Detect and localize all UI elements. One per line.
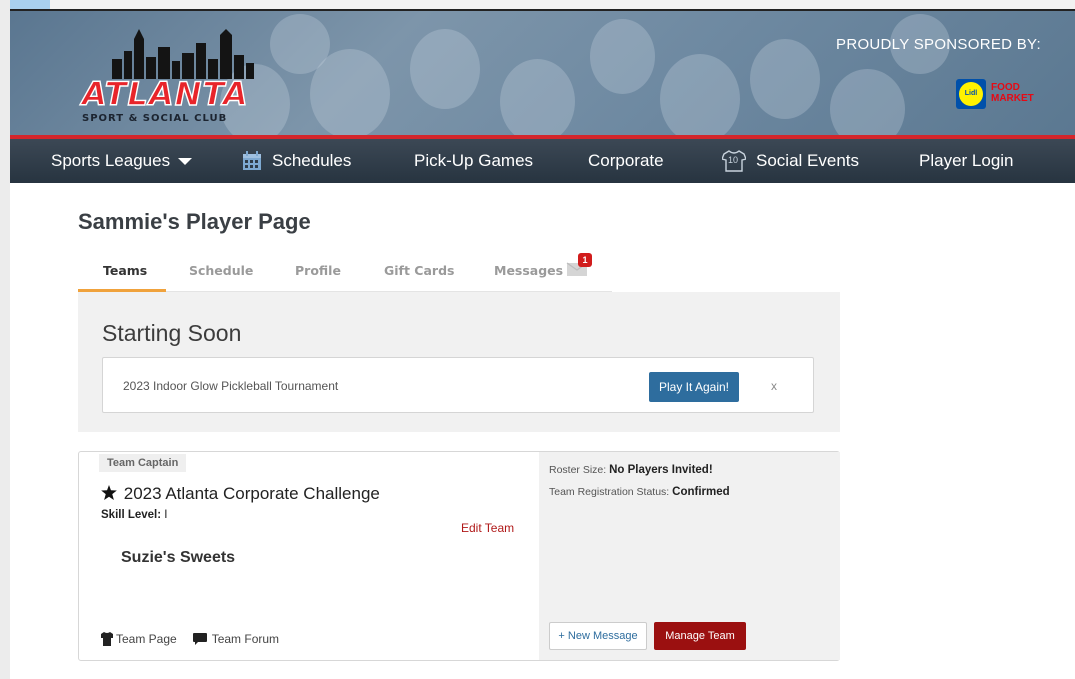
event-name: 2023 Indoor Glow Pickleball Tournament [123, 379, 339, 393]
sponsor-text: FOOD MARKET [991, 82, 1034, 104]
logo-subtitle: SPORT & SOCIAL CLUB [82, 113, 228, 124]
atlanta-logo-text[interactable]: ATLANTA [81, 74, 249, 113]
player-tabs: Teams Schedule Profile Gift Cards Messag… [78, 253, 612, 293]
nav-corporate[interactable]: Corporate [588, 139, 664, 183]
team-captain-badge: Team Captain [99, 454, 187, 472]
starting-soon-card: 2023 Indoor Glow Pickleball Tournament P… [102, 357, 814, 413]
roster-size: Roster Size: No Players Invited! [549, 464, 713, 476]
team-page-link[interactable]: Team Page [101, 632, 177, 646]
calendar-icon [243, 151, 261, 170]
team-card-sidebar: Roster Size: No Players Invited! Team Re… [539, 452, 840, 660]
team-name: Suzie's Sweets [121, 549, 236, 566]
jersey-icon [101, 632, 113, 646]
skyline-logo-icon [112, 29, 254, 79]
star-icon[interactable] [101, 485, 117, 500]
play-it-again-button[interactable]: Play It Again! [649, 372, 739, 402]
nav-sports-leagues[interactable]: Sports Leagues [51, 139, 193, 183]
chat-bubble-icon [192, 633, 207, 645]
team-card: Roster Size: No Players Invited! Team Re… [78, 451, 840, 661]
nav-player-login[interactable]: Player Login [919, 139, 1014, 183]
site-header: ATLANTA SPORT & SOCIAL CLUB PROUDLY SPON… [10, 9, 1075, 135]
nav-schedules[interactable]: Schedules [242, 139, 351, 183]
nav-pickup-games[interactable]: Pick-Up Games [414, 139, 533, 183]
page-container: ATLANTA SPORT & SOCIAL CLUB PROUDLY SPON… [10, 9, 1075, 679]
nav-social-events[interactable]: 10 Social Events [721, 139, 859, 183]
header-top-border [10, 9, 1075, 11]
manage-team-button[interactable]: Manage Team [654, 622, 746, 650]
lidl-logo-icon: Lidl [956, 79, 986, 109]
tab-profile[interactable]: Profile [295, 263, 341, 278]
starting-soon-panel: Starting Soon 2023 Indoor Glow Picklebal… [78, 292, 840, 432]
page-title: Sammie's Player Page [78, 209, 311, 234]
tab-schedule[interactable]: Schedule [189, 263, 253, 278]
sponsor-label: PROUDLY SPONSORED BY: [836, 36, 1041, 53]
main-nav: Sports Leagues Schedules Pick-Up Games C… [10, 139, 1075, 183]
tab-teams[interactable]: Teams [103, 263, 147, 278]
team-links: Team Page Team Forum [101, 632, 279, 646]
skill-level: Skill Level: I [101, 509, 168, 521]
tab-gift-cards[interactable]: Gift Cards [384, 263, 454, 278]
starting-soon-title: Starting Soon [102, 320, 242, 346]
tab-messages[interactable]: Messages [494, 263, 563, 278]
jersey-icon: 10 [721, 150, 747, 172]
new-message-button[interactable]: + New Message [549, 622, 647, 650]
dismiss-button[interactable]: x [771, 379, 777, 393]
league-name: 2023 Atlanta Corporate Challenge [101, 484, 380, 504]
registration-status: Team Registration Status: Confirmed [549, 486, 730, 498]
sponsor-logo[interactable]: Lidl FOOD MARKET [956, 79, 1046, 111]
chevron-down-icon [178, 157, 193, 165]
left-edge [0, 0, 10, 679]
edit-team-link[interactable]: Edit Team [461, 521, 514, 535]
messages-count-badge: 1 [578, 253, 592, 267]
team-forum-link[interactable]: Team Forum [192, 632, 279, 646]
